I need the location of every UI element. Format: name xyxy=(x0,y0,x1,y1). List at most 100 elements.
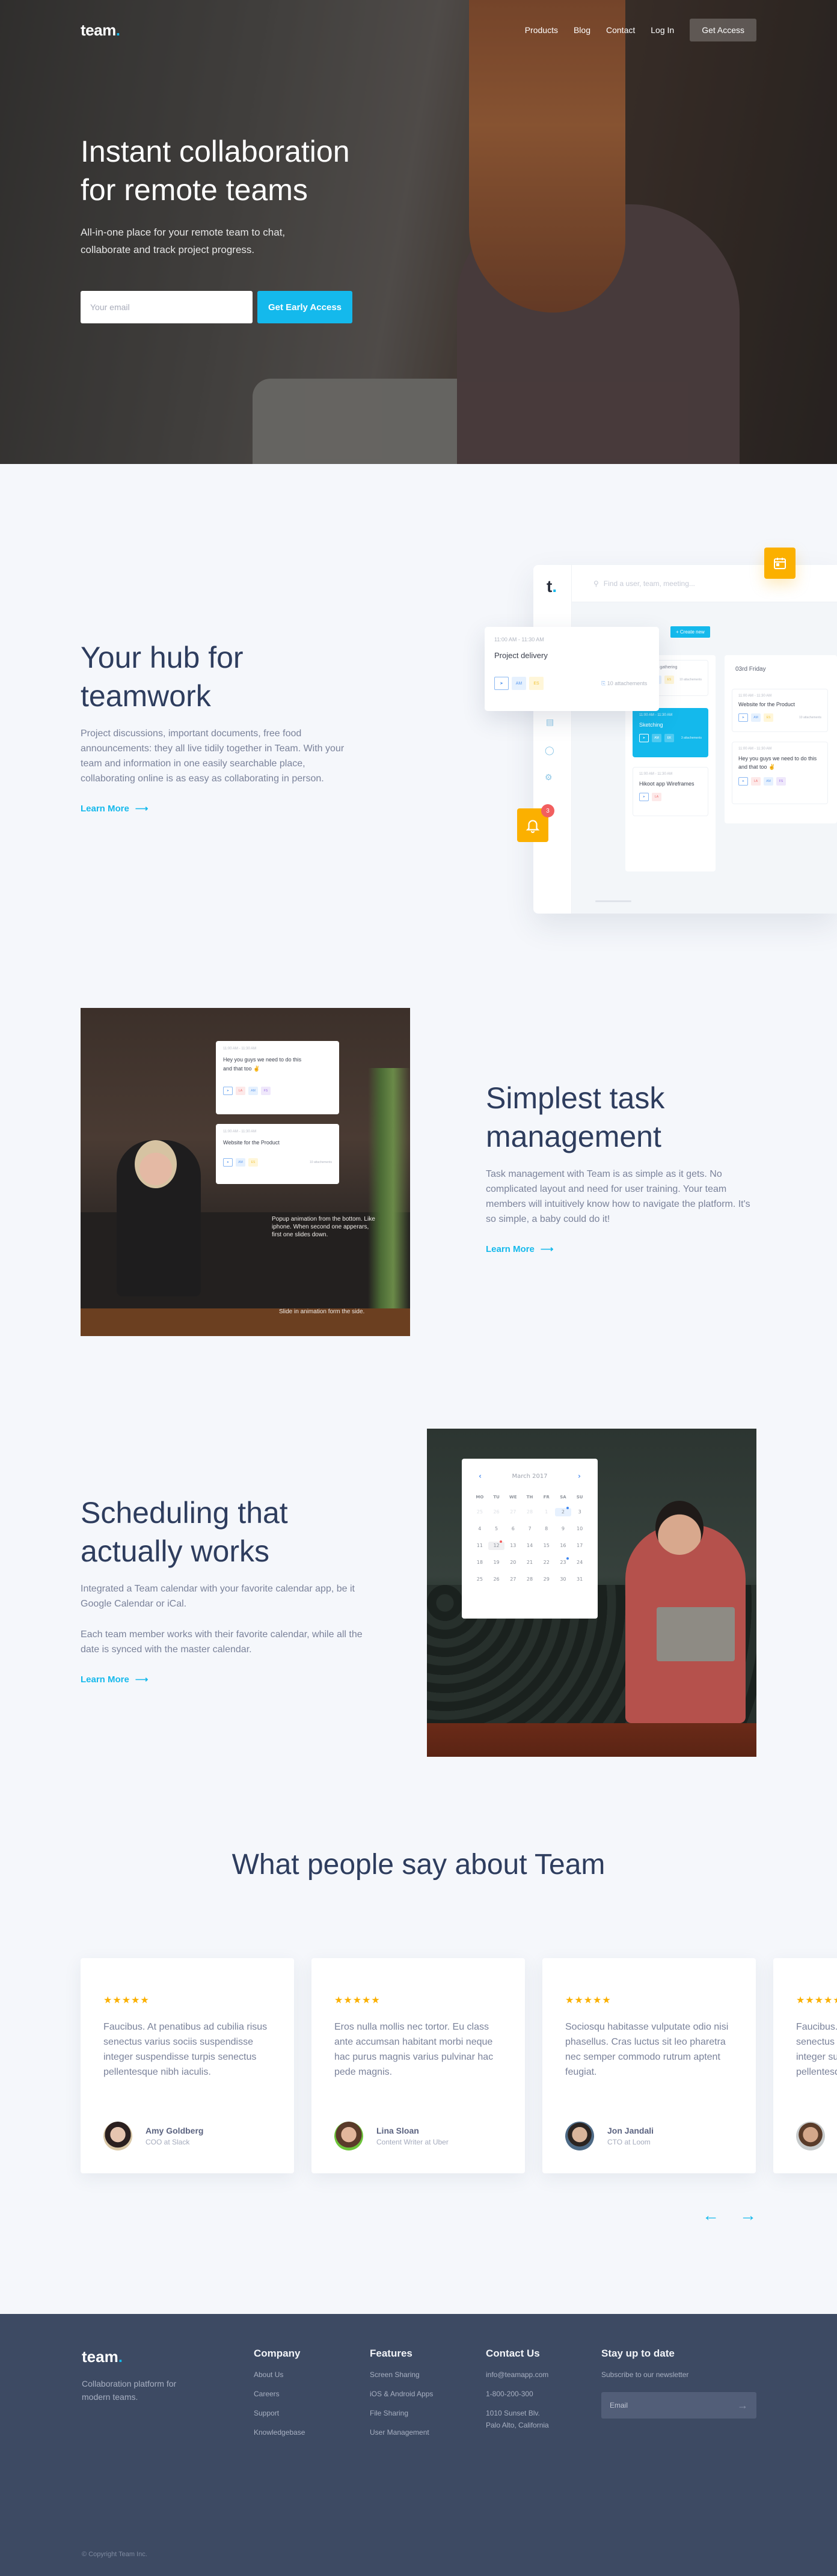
tag: AM xyxy=(248,1087,258,1095)
footer-link-user-management[interactable]: User Management xyxy=(370,2428,433,2437)
footer-phone[interactable]: 1-800-200-300 xyxy=(486,2390,549,2398)
task-title: Hey you guys we need to do this and that… xyxy=(738,755,817,770)
calendar-day[interactable]: 3 xyxy=(571,1508,588,1516)
schedule-learn-more-link[interactable]: Learn More ⟶ xyxy=(81,1674,148,1685)
calendar-day[interactable]: 27 xyxy=(504,1575,521,1584)
nav-login[interactable]: Log In xyxy=(651,25,674,35)
footer-link-screen-sharing[interactable]: Screen Sharing xyxy=(370,2370,433,2379)
notification-card[interactable]: 11:00 AM - 11:30 AM Website for the Prod… xyxy=(216,1124,339,1184)
calendar-day[interactable]: 27 xyxy=(504,1508,521,1516)
day-number: 26 xyxy=(493,1576,500,1582)
calendar-day[interactable]: 28 xyxy=(521,1575,538,1584)
task-body: Task management with Team is as simple a… xyxy=(486,1169,750,1224)
calendar-day[interactable]: 25 xyxy=(471,1508,488,1516)
calendar-day[interactable]: 26 xyxy=(488,1575,505,1584)
calendar-day[interactable]: 12 xyxy=(488,1540,505,1550)
calendar-day[interactable]: 16 xyxy=(555,1542,572,1550)
avatar xyxy=(334,2122,363,2150)
tag: ES xyxy=(664,676,674,684)
day-number: 19 xyxy=(493,1560,500,1565)
calendar-day[interactable]: 7 xyxy=(521,1525,538,1533)
footer-link-careers[interactable]: Careers xyxy=(254,2390,305,2398)
task-title: Website for the Product xyxy=(738,701,795,707)
chevron-left-icon[interactable]: ‹ xyxy=(479,1472,482,1480)
calendar-day[interactable]: 8 xyxy=(538,1525,555,1533)
calendar-day[interactable]: 20 xyxy=(504,1558,521,1567)
send-icon: ➤ xyxy=(223,1087,233,1095)
calendar-day[interactable]: 25 xyxy=(471,1575,488,1584)
get-early-access-button[interactable]: Get Early Access xyxy=(257,291,353,323)
nav-products[interactable]: Products xyxy=(525,25,558,35)
arrow-right-icon[interactable]: → xyxy=(740,2206,756,2225)
calendar-day[interactable]: 9 xyxy=(555,1525,572,1533)
calendar-day[interactable]: 23 xyxy=(555,1557,572,1567)
nav-blog[interactable]: Blog xyxy=(574,25,590,35)
calendar-day[interactable]: 11 xyxy=(471,1542,488,1550)
get-access-button[interactable]: Get Access xyxy=(690,19,756,41)
calendar-day[interactable]: 24 xyxy=(571,1558,588,1567)
search-icon: ⚲ xyxy=(593,579,599,588)
calendar-day[interactable]: 26 xyxy=(488,1508,505,1516)
hub-text: Your hub for teamwork Project discussions… xyxy=(81,638,345,814)
day-number: 29 xyxy=(543,1576,550,1582)
calendar-day[interactable]: 2 xyxy=(554,1507,572,1516)
task-card-active[interactable]: 11:00 AM - 11:30 AM Sketching ➤ AM EK 3 att… xyxy=(633,708,708,757)
task-learn-more-link[interactable]: Learn More ⟶ xyxy=(486,1244,553,1255)
footer-link-knowledgebase[interactable]: Knowledgebase xyxy=(254,2428,305,2437)
calendar-day[interactable]: 15 xyxy=(538,1542,555,1550)
calendar-day[interactable]: 28 xyxy=(521,1508,538,1516)
calendar-day[interactable]: 4 xyxy=(471,1525,488,1533)
submit-arrow-icon[interactable]: → xyxy=(737,2399,748,2412)
day-title: 03rd Friday xyxy=(735,666,766,673)
project-delivery-popup[interactable]: 11:00 AM - 11:30 AM Project delivery ➤ AM… xyxy=(485,627,659,711)
calendar-day[interactable]: 6 xyxy=(504,1525,521,1533)
calendar-day[interactable]: 18 xyxy=(471,1558,488,1567)
footer-link-file-sharing[interactable]: File Sharing xyxy=(370,2409,433,2417)
notification-card[interactable]: 11:00 AM - 11:30 AM Hey you guys we need… xyxy=(216,1041,339,1114)
calendar-day[interactable]: 22 xyxy=(538,1558,555,1567)
app-search-bar[interactable]: ⚲ Find a user, team, meeting... xyxy=(572,565,837,602)
task-card[interactable]: 11:00 AM - 11:30 AM Hikoot app Wireframe… xyxy=(633,767,708,816)
calendar-day[interactable]: 1 xyxy=(538,1508,555,1516)
newsletter-email-input[interactable] xyxy=(610,2401,718,2410)
footer-features-title: Features xyxy=(370,2348,412,2359)
email-input[interactable] xyxy=(81,291,253,323)
calendar-day[interactable]: 13 xyxy=(504,1542,521,1550)
calendar-day[interactable]: 14 xyxy=(521,1542,538,1550)
testimonial-text: Eros nulla mollis nec tortor. Eu class a… xyxy=(334,2022,494,2077)
calendar-month: March 2017 xyxy=(512,1473,548,1480)
calendar-day[interactable]: 17 xyxy=(571,1542,588,1550)
nav-contact[interactable]: Contact xyxy=(606,25,635,35)
tag: FS xyxy=(776,777,786,786)
day-number: 9 xyxy=(561,1526,565,1531)
arrow-left-icon[interactable]: ← xyxy=(702,2206,719,2225)
footer-link-support[interactable]: Support xyxy=(254,2409,305,2417)
calendar-day[interactable]: 5 xyxy=(488,1525,505,1533)
chevron-right-icon[interactable]: › xyxy=(578,1472,581,1480)
calendar-day[interactable]: 30 xyxy=(555,1575,572,1584)
copyright: © Copyright Team Inc. xyxy=(82,2551,147,2558)
footer-link-about[interactable]: About Us xyxy=(254,2370,305,2379)
calendar-day[interactable]: 31 xyxy=(571,1575,588,1584)
photo-laptop xyxy=(657,1607,735,1661)
task-card[interactable]: 11:00 AM - 11:30 AM Hey you guys we need… xyxy=(732,742,828,804)
testimonials-title: What people say about Team xyxy=(231,1849,606,1881)
calendar-day[interactable]: 21 xyxy=(521,1558,538,1567)
learn-more-label: Learn More xyxy=(81,803,129,814)
calendar-day[interactable]: 19 xyxy=(488,1558,505,1567)
logo[interactable]: team. xyxy=(81,21,120,40)
create-new-button[interactable]: + Create new xyxy=(670,626,710,638)
task-card[interactable]: 11:00 AM - 11:30 AM Website for the Prod… xyxy=(732,689,828,732)
send-icon: ➤ xyxy=(738,777,748,786)
day-number: 31 xyxy=(577,1576,583,1582)
footer-logo[interactable]: team. xyxy=(82,2348,178,2366)
day-number: 1 xyxy=(545,1509,548,1515)
notification-count-badge: 3 xyxy=(541,804,554,817)
calendar-day[interactable]: 29 xyxy=(538,1575,555,1584)
footer-email[interactable]: info@teamapp.com xyxy=(486,2370,549,2379)
footer-link-apps[interactable]: iOS & Android Apps xyxy=(370,2390,433,2398)
calendar-day[interactable]: 10 xyxy=(571,1525,588,1533)
send-icon: ➤ xyxy=(223,1158,233,1167)
board-scrollbar[interactable] xyxy=(595,900,631,902)
hub-learn-more-link[interactable]: Learn More ⟶ xyxy=(81,803,148,814)
